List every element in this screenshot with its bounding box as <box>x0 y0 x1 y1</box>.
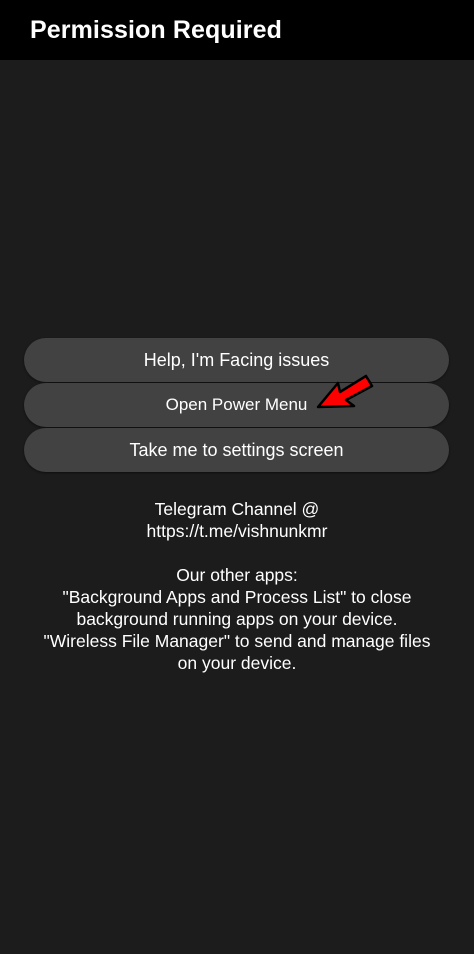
other-apps-heading: Our other apps: <box>176 565 298 585</box>
button-group: Help, I'm Facing issues Open Power Menu … <box>24 338 449 473</box>
other-apps-line: "Wireless File Manager" to send and mana… <box>43 631 431 651</box>
telegram-link: https://t.me/vishnunkmr <box>146 521 328 541</box>
telegram-label: Telegram Channel @ <box>154 499 320 519</box>
other-apps-line: on your device. <box>177 653 297 673</box>
settings-screen-button[interactable]: Take me to settings screen <box>24 428 449 472</box>
other-apps-line: background running apps on your device. <box>76 609 398 629</box>
other-apps-line: "Background Apps and Process List" to cl… <box>62 587 412 607</box>
page-title: Permission Required <box>30 15 282 44</box>
open-power-menu-button[interactable]: Open Power Menu <box>24 383 449 427</box>
screen: Permission Required Help, I'm Facing iss… <box>0 0 474 954</box>
app-bar: Permission Required <box>0 0 474 60</box>
red-arrow-icon <box>316 374 374 409</box>
info-text: Telegram Channel @ https://t.me/vishnunk… <box>0 498 474 674</box>
help-button[interactable]: Help, I'm Facing issues <box>24 338 449 382</box>
